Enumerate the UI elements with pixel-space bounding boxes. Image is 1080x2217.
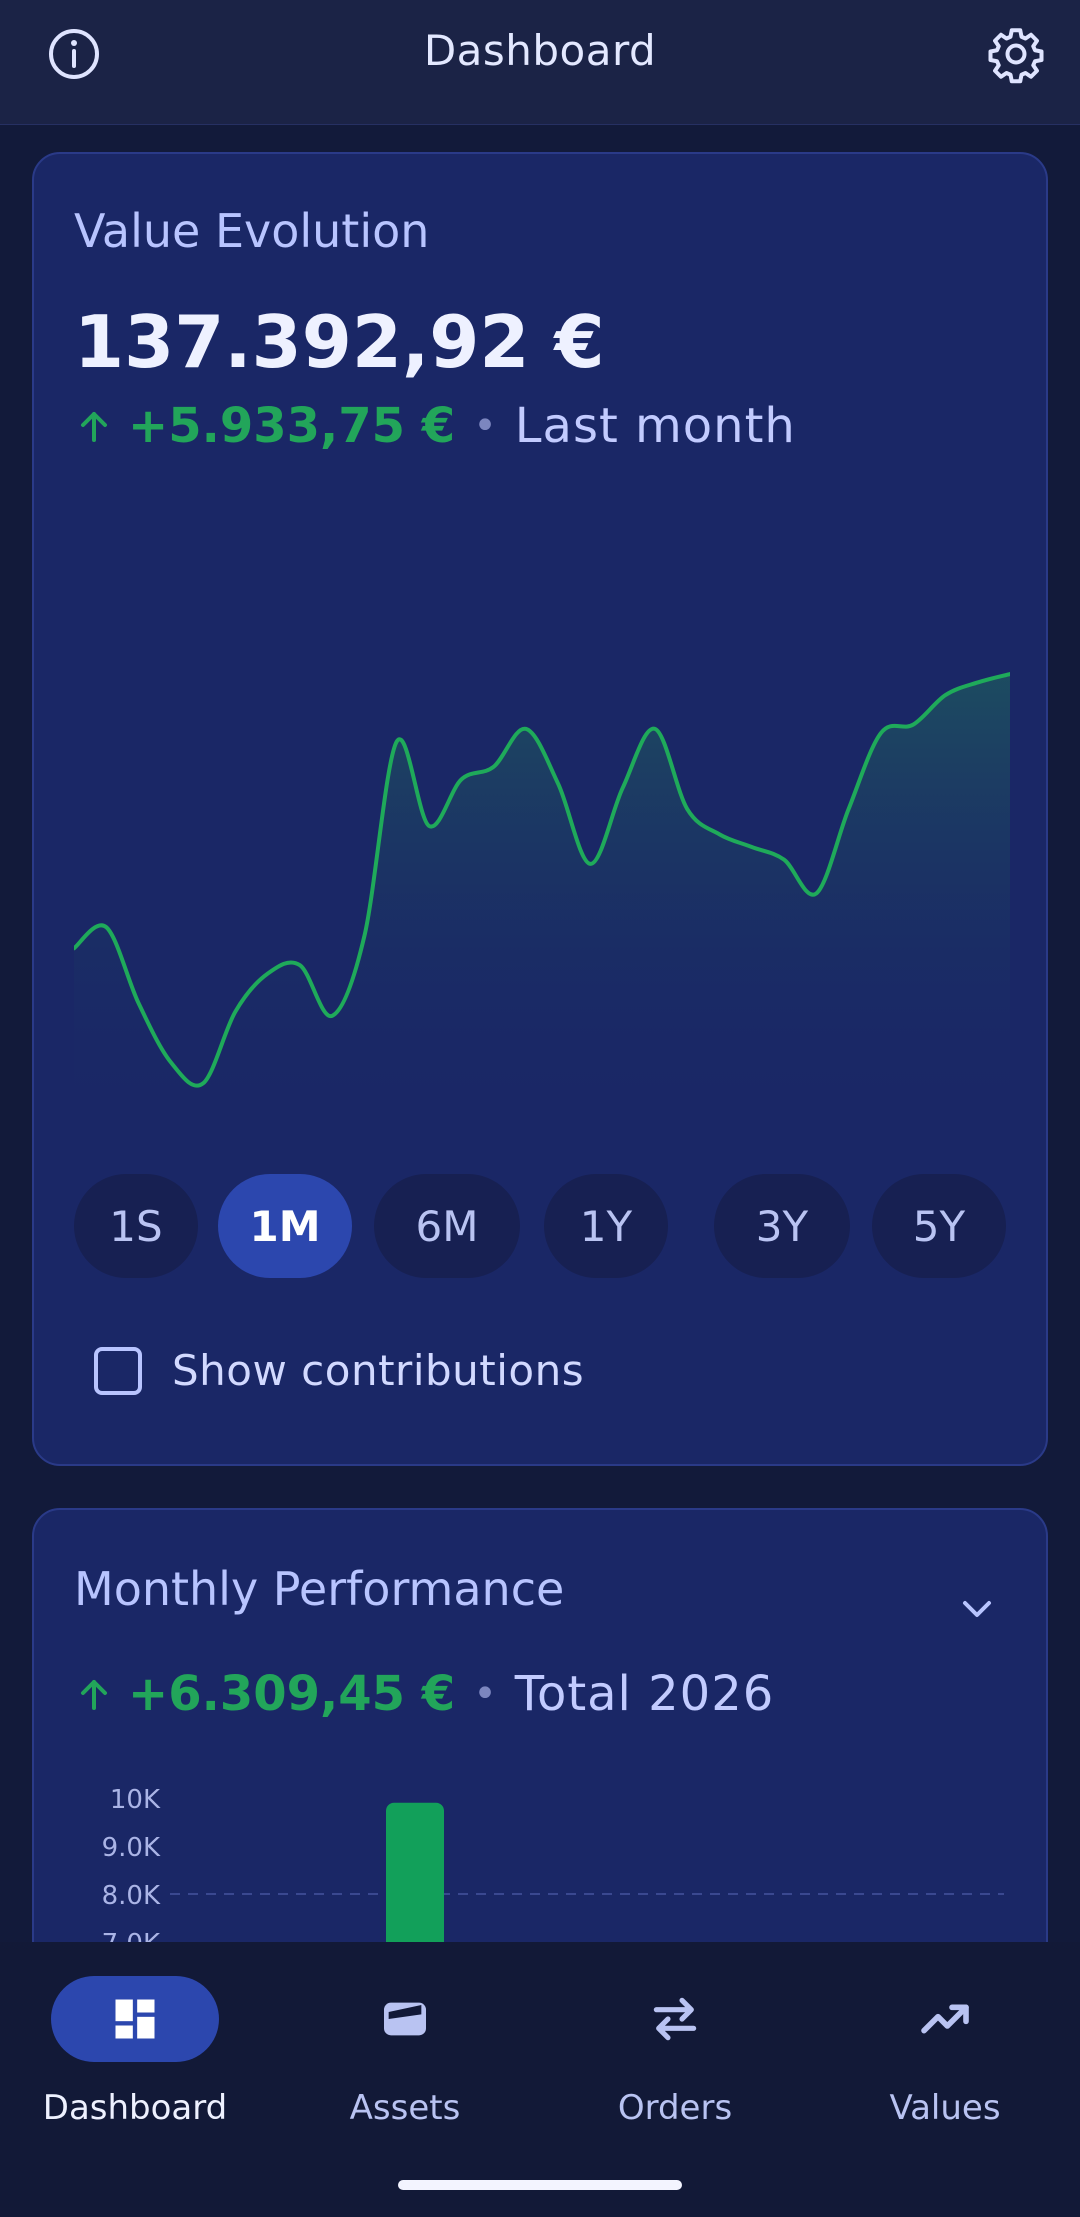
arrow-up-icon: [81, 412, 107, 442]
range-button-3y[interactable]: 3Y: [714, 1174, 850, 1278]
nav-label: Orders: [617, 2088, 733, 2128]
change-period: Last month: [514, 398, 796, 454]
nav-label: Values: [889, 2088, 1001, 2128]
range-button-1m[interactable]: 1M: [218, 1174, 352, 1278]
y-tick-label: 10K: [110, 1785, 161, 1815]
chevron-down-icon[interactable]: [952, 1584, 1002, 1634]
range-selector: 1S 1M 6M 1Y 3Y 5Y: [74, 1174, 1010, 1280]
trending-up-icon: [861, 1976, 1029, 2062]
change-period: Total 2026: [514, 1666, 775, 1722]
portfolio-value: 137.392,92 €: [74, 300, 605, 384]
range-button-1y[interactable]: 1Y: [544, 1174, 668, 1278]
range-button-5y[interactable]: 5Y: [872, 1174, 1006, 1278]
y-tick-label: 9.0K: [102, 1833, 161, 1863]
home-indicator: [398, 2180, 682, 2190]
card-title: Value Evolution: [74, 204, 430, 258]
nav-label: Assets: [349, 2088, 461, 2128]
bottom-navigation: Dashboard Assets Orders Values: [0, 1942, 1080, 2217]
nav-item-values[interactable]: Values: [825, 1976, 1065, 2146]
chart-area-fill: [74, 674, 1010, 1124]
app-bar: Dashboard: [0, 0, 1080, 125]
dashboard-icon: [51, 1976, 219, 2062]
contributions-label: Show contributions: [172, 1346, 585, 1395]
swap-icon: [591, 1976, 759, 2062]
change-row: +6.309,45 € • Total 2026: [74, 1666, 774, 1722]
separator-dot: •: [473, 1671, 497, 1717]
change-value: +5.933,75 €: [128, 398, 456, 454]
gear-icon[interactable]: [986, 24, 1046, 84]
nav-item-dashboard[interactable]: Dashboard: [15, 1976, 255, 2146]
show-contributions-toggle[interactable]: Show contributions: [94, 1346, 584, 1395]
value-evolution-card: Value Evolution 137.392,92 € +5.933,75 €…: [32, 152, 1048, 1466]
page-title: Dashboard: [423, 26, 657, 75]
nav-item-orders[interactable]: Orders: [555, 1976, 795, 2146]
change-value: +6.309,45 €: [128, 1666, 456, 1722]
nav-item-assets[interactable]: Assets: [285, 1976, 525, 2146]
separator-dot: •: [473, 403, 497, 449]
value-line-chart[interactable]: [74, 514, 1010, 1124]
card-title: Monthly Performance: [74, 1562, 565, 1616]
nav-label: Dashboard: [42, 2088, 228, 2128]
range-button-6m[interactable]: 6M: [374, 1174, 520, 1278]
change-row: +5.933,75 € • Last month: [74, 398, 796, 454]
arrow-up-icon: [81, 1680, 107, 1710]
range-button-1s[interactable]: 1S: [74, 1174, 198, 1278]
wallet-icon: [321, 1976, 489, 2062]
y-tick-label: 8.0K: [102, 1881, 161, 1911]
contributions-checkbox[interactable]: [94, 1346, 142, 1395]
